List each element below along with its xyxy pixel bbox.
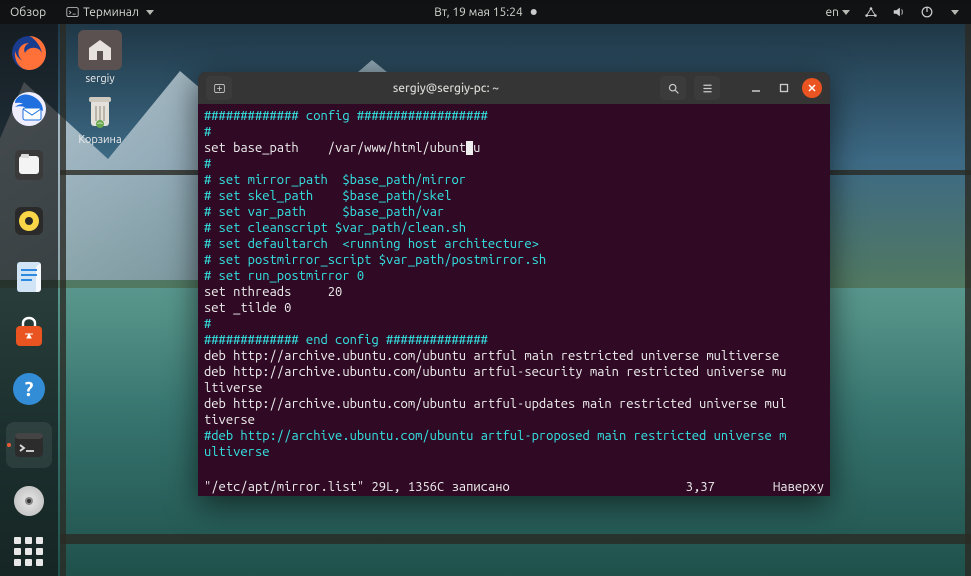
volume-icon[interactable] (892, 5, 906, 19)
terminal-icon (66, 6, 79, 19)
minimize-button[interactable] (746, 78, 766, 98)
chevron-down-icon (951, 10, 959, 15)
bridge-post (965, 24, 971, 576)
svg-text:?: ? (25, 377, 34, 400)
window-title: sergiy@sergiy-pc: ~ (240, 82, 652, 95)
dock-firefox[interactable] (6, 30, 52, 76)
dock: ? (0, 24, 58, 576)
running-indicator-icon (7, 443, 11, 447)
status-left: "/etc/apt/mirror.list" 29L, 1356C записа… (204, 480, 510, 494)
lang-label: en (826, 6, 839, 19)
bridge-deck (60, 534, 971, 544)
dock-software[interactable] (6, 310, 52, 356)
desktop-trash-label: Корзина (78, 134, 121, 146)
search-button[interactable] (660, 76, 686, 100)
terminal-content[interactable]: ############# config ###################… (198, 104, 830, 464)
dock-help[interactable]: ? (6, 366, 52, 412)
clock[interactable]: Вт, 19 мая 15:24 (434, 6, 537, 19)
app-menu[interactable]: Терминал (66, 6, 154, 19)
bridge-post (60, 24, 66, 576)
chevron-down-icon (842, 10, 850, 15)
dock-files[interactable] (6, 142, 52, 188)
hamburger-menu-button[interactable] (694, 76, 720, 100)
close-button[interactable] (802, 78, 822, 98)
desktop-home-folder[interactable]: sergiy (68, 30, 132, 85)
new-tab-button[interactable] (206, 76, 232, 100)
desktop-home-label: sergiy (85, 73, 114, 85)
clock-label: Вт, 19 мая 15:24 (434, 6, 523, 19)
dock-rhythmbox[interactable] (6, 198, 52, 244)
vim-status-line: "/etc/apt/mirror.list" 29L, 1356C записа… (204, 480, 824, 494)
show-applications-button[interactable] (14, 537, 43, 566)
notification-dot-icon (531, 9, 537, 15)
terminal-window: sergiy@sergiy-pc: ~ ############# config… (198, 72, 830, 496)
dock-terminal[interactable] (6, 422, 52, 468)
dock-thunderbird[interactable] (6, 86, 52, 132)
app-menu-label: Терминал (83, 6, 139, 19)
dock-writer[interactable] (6, 254, 52, 300)
power-icon[interactable] (920, 5, 934, 19)
chevron-down-icon (146, 10, 154, 15)
desktop: sergiy Корзина (68, 30, 132, 146)
network-icon[interactable] (864, 5, 878, 19)
terminal-headerbar[interactable]: sergiy@sergiy-pc: ~ (198, 72, 830, 104)
dock-disc[interactable] (6, 478, 52, 524)
maximize-button[interactable] (774, 78, 794, 98)
desktop-trash[interactable]: Корзина (68, 91, 132, 146)
top-panel: Обзор Терминал Вт, 19 мая 15:24 en (0, 0, 971, 24)
status-right: 3,37 Наверху (686, 480, 824, 494)
activities-button[interactable]: Обзор (10, 6, 46, 19)
keyboard-layout-indicator[interactable]: en (826, 6, 850, 19)
